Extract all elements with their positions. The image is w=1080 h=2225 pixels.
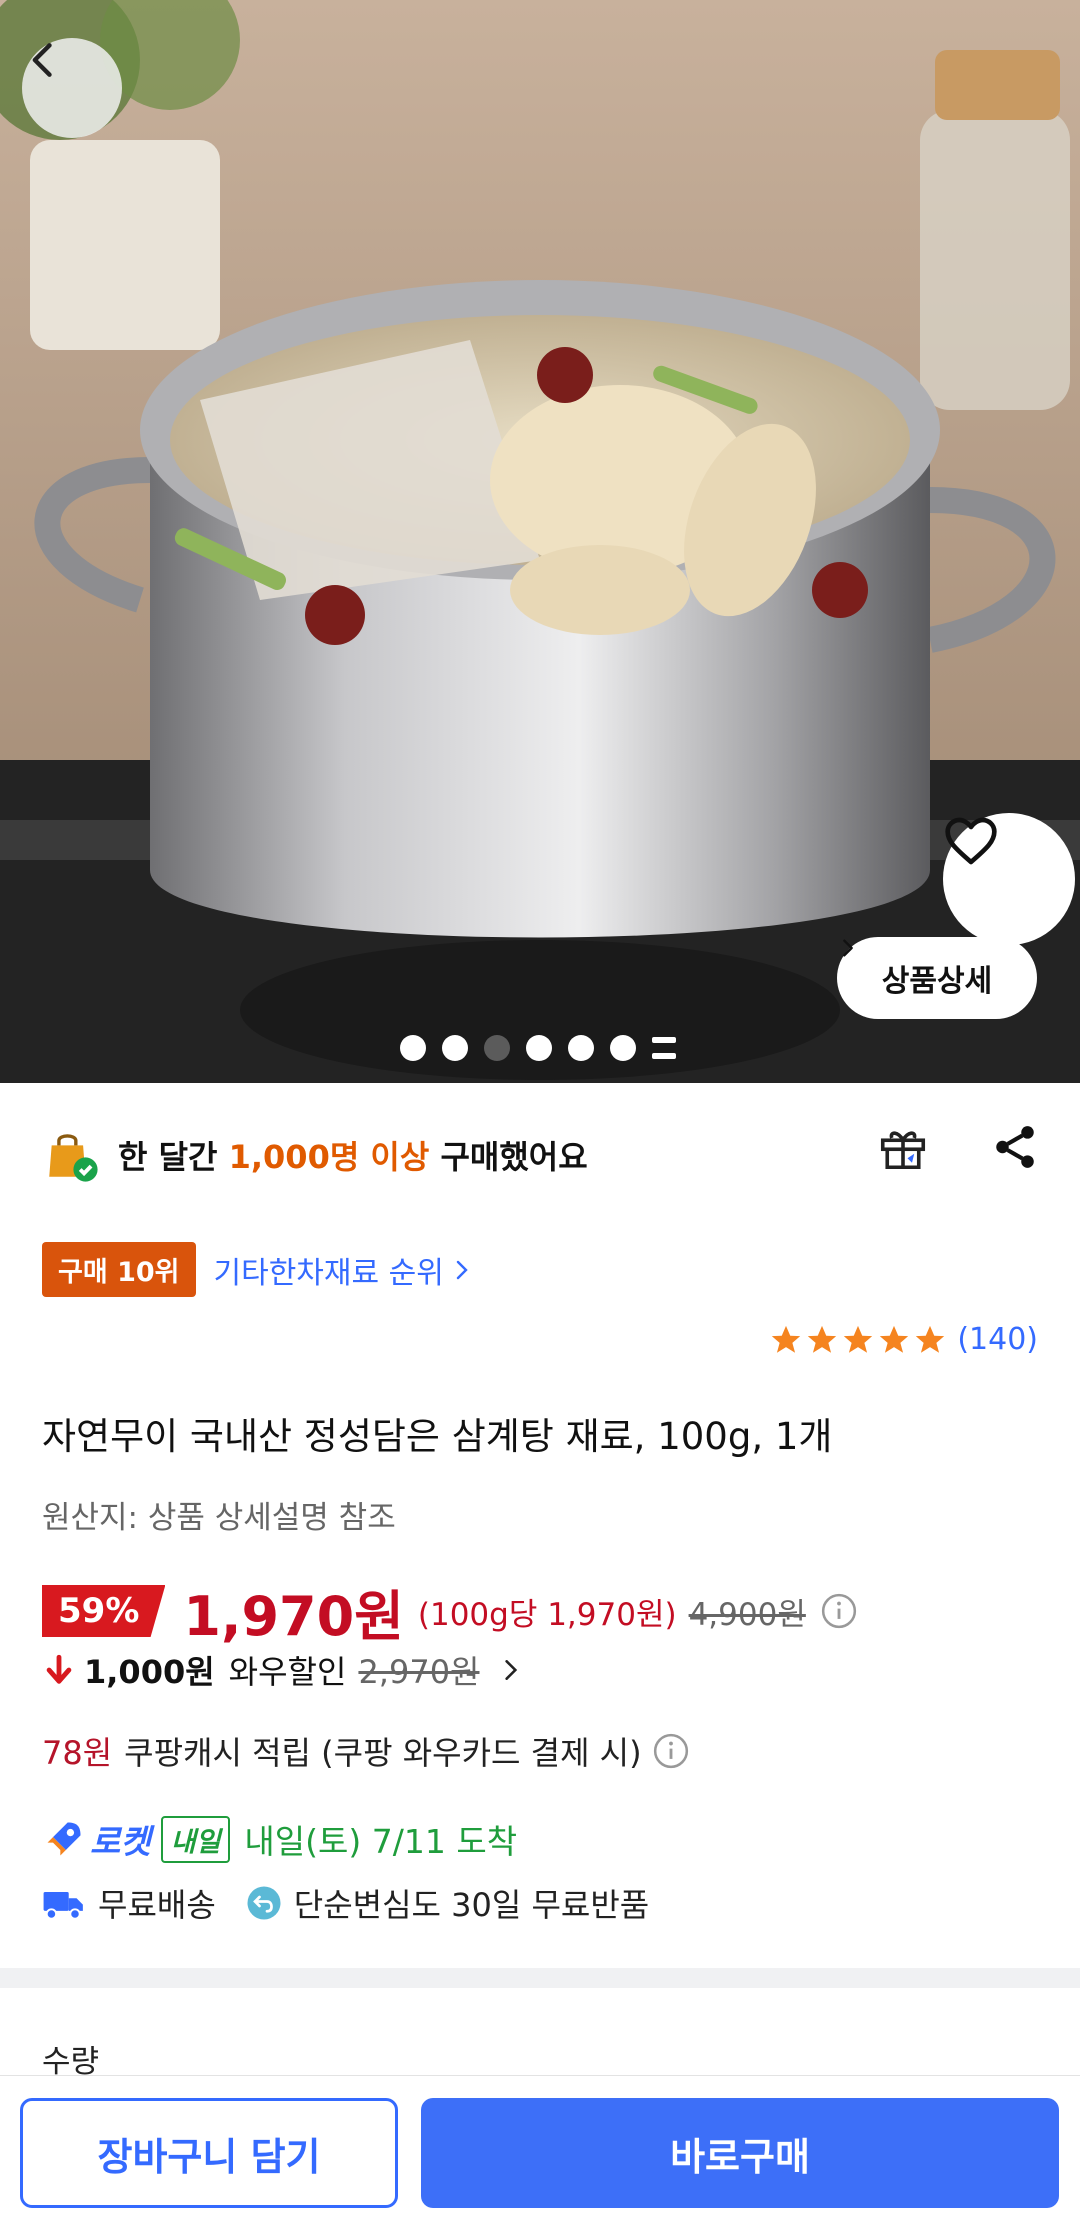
star-icon (844, 1325, 873, 1353)
page-dot-active[interactable] (484, 1035, 510, 1061)
product-detail-button[interactable]: 상품상세 (837, 937, 1037, 1019)
free-return-text: 단순변심도 30일 무료반품 (293, 1886, 650, 1924)
original-price: 4,900원 (688, 1596, 806, 1633)
back-button[interactable] (22, 38, 122, 138)
purchase-prefix: 한 달간 (118, 1138, 218, 1176)
heart-icon (945, 817, 997, 865)
truck-icon (43, 1892, 83, 1920)
chevron-right-icon (456, 1260, 468, 1279)
ranking-row[interactable]: 구매 10위 기타한차재료 순위 (42, 1242, 474, 1297)
product-detail-label: 상품상세 (881, 964, 993, 999)
shopping-bag-icon (49, 1134, 98, 1182)
rocket-icon (47, 1822, 81, 1856)
rating-row[interactable]: (140) (767, 1322, 1038, 1357)
cashback-amount: 78원 (42, 1734, 113, 1772)
purchase-highlight: 1,000명 이상 (228, 1138, 430, 1176)
bottom-action-bar: 장바구니 담기 바로구매 (0, 2075, 1080, 2225)
tomorrow-tag: 내일 (160, 1815, 231, 1863)
product-origin: 원산지: 상품 상세설명 참조 (42, 1500, 396, 1536)
page-dot[interactable] (568, 1035, 594, 1061)
product-title: 자연무이 국내산 정성담은 삼계탕 재료, 100g, 1개 (42, 1415, 833, 1458)
page-dot[interactable] (610, 1035, 636, 1061)
info-icon[interactable] (652, 1732, 690, 1770)
rank-badge: 구매 10위 (42, 1242, 196, 1297)
arrow-down-icon (46, 1654, 72, 1684)
image-pagination[interactable] (400, 1035, 676, 1061)
cashback-text: 쿠팡캐시 적립 (쿠팡 와우카드 결제 시) (124, 1734, 642, 1772)
add-to-cart-button[interactable]: 장바구니 담기 (20, 2098, 398, 2208)
section-divider (0, 1968, 1080, 1988)
info-icon[interactable] (820, 1592, 858, 1630)
category-rank-link[interactable]: 기타한차재료 순위 (214, 1248, 444, 1292)
unit-price: (100g당 1,970원) (417, 1596, 677, 1633)
buy-now-button[interactable]: 바로구매 (421, 2098, 1059, 2208)
page-dot[interactable] (400, 1035, 426, 1061)
shipping-info-row: 무료배송 단순변심도 30일 무료반품 (42, 1880, 649, 1926)
chevron-right-icon (504, 1660, 517, 1680)
more-pages-icon[interactable] (652, 1037, 676, 1059)
page-dot[interactable] (526, 1035, 552, 1061)
free-shipping-text: 무료배송 (98, 1886, 216, 1924)
page-dot[interactable] (442, 1035, 468, 1061)
star-icon (808, 1325, 837, 1353)
wow-discount-row[interactable]: 1,000원 와우할인 2,970원 (42, 1645, 524, 1695)
wishlist-button[interactable] (943, 813, 1075, 945)
arrival-date: 내일(토) 7/11 도착 (244, 1822, 518, 1861)
purchase-suffix: 구매했어요 (440, 1138, 588, 1176)
rocket-delivery-row: 로켓 내일 내일(토) 7/11 도착 (42, 1815, 517, 1863)
return-icon (247, 1886, 281, 1920)
product-photo-illustration (0, 0, 1080, 1083)
purchase-count-row: 한 달간 1,000명 이상 구매했어요 (42, 1120, 588, 1190)
gift-icon[interactable] (876, 1120, 930, 1174)
chevron-left-icon (32, 43, 52, 77)
wow-previous-price: 2,970원 (358, 1653, 480, 1691)
price-row: 59% 1,970원 (100g당 1,970원) 4,900원 (42, 1575, 858, 1648)
star-icon (916, 1325, 945, 1353)
wow-discount-label: 와우할인 (228, 1653, 347, 1691)
chevron-right-icon (843, 939, 853, 957)
product-actions (876, 1120, 1040, 1174)
star-icon (772, 1325, 801, 1353)
rocket-label: 로켓 (90, 1822, 151, 1861)
discount-badge: 59% (42, 1585, 166, 1637)
share-icon[interactable] (990, 1122, 1040, 1172)
star-icon (880, 1325, 909, 1353)
final-price: 1,970원 (183, 1584, 404, 1648)
review-count[interactable]: (140) (957, 1322, 1038, 1357)
wow-discount-amount: 1,000원 (84, 1653, 215, 1691)
product-image[interactable]: 상품상세 (0, 0, 1080, 1083)
cashback-row: 78원 쿠팡캐시 적립 (쿠팡 와우카드 결제 시) (42, 1728, 690, 1774)
